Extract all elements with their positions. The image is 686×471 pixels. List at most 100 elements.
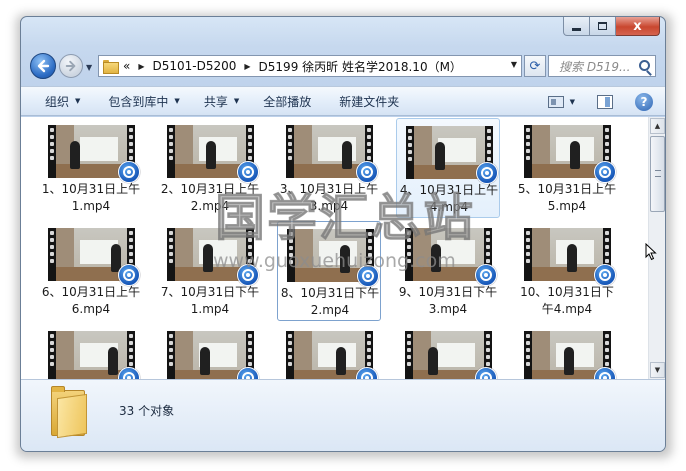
minimize-button[interactable] (563, 17, 590, 36)
file-item[interactable]: 4、10月31日上午4.mp4 (396, 118, 500, 218)
media-player-icon (237, 264, 259, 286)
file-item[interactable]: 8、10月31日下午2.mp4 (277, 221, 381, 321)
media-player-icon (476, 162, 498, 184)
film-strip (524, 331, 532, 379)
breadcrumb-overflow[interactable]: « (123, 59, 130, 73)
search-input[interactable]: 搜索 D519... (548, 55, 656, 77)
file-item[interactable] (39, 324, 143, 379)
frame-detail (431, 244, 441, 272)
organize-menu[interactable]: 组织 ▼ (35, 89, 90, 113)
file-name: 6、10月31日上午6.mp4 (41, 285, 141, 316)
reel-icon (123, 166, 135, 178)
maximize-button[interactable] (590, 17, 616, 36)
scroll-up-icon[interactable]: ▲ (650, 118, 665, 134)
close-button[interactable]: x (616, 17, 660, 36)
refresh-button[interactable]: ⟳ (524, 55, 546, 77)
file-item[interactable] (515, 324, 619, 379)
change-view-icon[interactable] (547, 96, 564, 108)
breadcrumb-separator-icon[interactable]: ▶ (244, 62, 250, 71)
file-item[interactable] (396, 324, 500, 379)
frame-detail (532, 331, 550, 371)
breadcrumb-separator-icon[interactable]: ▶ (138, 62, 144, 71)
film-strip (48, 331, 56, 379)
frame-detail (413, 228, 431, 268)
film-strip (524, 125, 532, 178)
frame-detail (570, 141, 580, 169)
chevron-down-icon[interactable]: ▼ (570, 98, 575, 106)
scrollbar-thumb[interactable] (650, 136, 665, 212)
film-strip (405, 331, 413, 379)
scroll-down-icon[interactable]: ▼ (650, 362, 665, 378)
frame-detail (567, 244, 577, 272)
file-item[interactable]: 9、10月31日下午3.mp4 (396, 221, 500, 321)
frame-detail (175, 331, 193, 371)
command-toolbar: 组织 ▼ 包含到库中 ▼ 共享 ▼ 全部播放 新建文件夹 ▼ ? (21, 86, 665, 116)
frame-detail (428, 347, 438, 375)
include-in-library-menu[interactable]: 包含到库中 ▼ (98, 89, 189, 113)
reel-icon (599, 269, 611, 281)
caption-buttons: x (563, 17, 660, 37)
preview-pane-icon[interactable] (597, 95, 613, 109)
file-item[interactable]: 2、10月31日上午2.mp4 (158, 118, 262, 218)
frame-detail (56, 228, 74, 268)
reel-icon (480, 269, 492, 281)
film-strip (167, 331, 175, 379)
forward-button[interactable] (59, 54, 83, 78)
file-item[interactable]: 5、10月31日上午5.mp4 (515, 118, 619, 218)
video-frame (532, 228, 603, 281)
media-player-icon (118, 264, 140, 286)
film-strip (48, 125, 56, 178)
reel-icon (123, 269, 135, 281)
breadcrumb-current[interactable]: D5199 徐丙昕 姓名学2018.10（M） (259, 58, 462, 75)
frame-detail (56, 331, 74, 371)
file-item[interactable] (277, 324, 381, 379)
folder-icon (103, 60, 119, 74)
breadcrumb-parent[interactable]: D5101-D5200 (153, 59, 237, 73)
back-button[interactable] (30, 53, 56, 79)
folder-icon (51, 386, 91, 439)
file-item[interactable] (158, 324, 262, 379)
new-folder-button[interactable]: 新建文件夹 (329, 89, 409, 113)
reel-icon (123, 372, 135, 379)
share-menu[interactable]: 共享 ▼ (194, 89, 249, 113)
film-strip (167, 228, 175, 281)
file-item[interactable]: 10、10月31日下午4.mp4 (515, 221, 619, 321)
media-player-icon (475, 264, 497, 286)
address-history-dropdown-icon[interactable]: ▼ (511, 60, 517, 69)
video-frame (56, 125, 127, 178)
reel-icon (481, 167, 493, 179)
new-folder-label: 新建文件夹 (339, 94, 400, 109)
video-frame (414, 126, 485, 179)
item-count: 33 个对象 (119, 404, 175, 418)
file-item[interactable]: 3、10月31日上午3.mp4 (277, 118, 381, 218)
video-frame (56, 228, 127, 281)
play-all-button[interactable]: 全部播放 (253, 89, 321, 113)
help-icon[interactable]: ? (635, 93, 653, 111)
frame-detail (175, 370, 246, 379)
file-list-view[interactable]: 1、10月31日上午1.mp4 2、10月31日上午2.mp4 3、10月31日上午… (21, 117, 648, 379)
file-item[interactable]: 7、10月31日下午1.mp4 (158, 221, 262, 321)
file-item[interactable]: 6、10月31日上午6.mp4 (39, 221, 143, 321)
file-name: 1、10月31日上午1.mp4 (41, 182, 141, 213)
chevron-down-icon: ▼ (174, 97, 180, 105)
grip-icon (655, 170, 661, 177)
frame-detail (319, 241, 357, 265)
reel-icon (361, 372, 373, 379)
address-bar[interactable]: « ▶ D5101-D5200 ▶ D5199 徐丙昕 姓名学2018.10（M… (98, 55, 522, 77)
frame-detail (437, 343, 475, 367)
file-name: 10、10月31日下午4.mp4 (520, 285, 614, 316)
video-frame (295, 229, 366, 282)
video-frame (294, 125, 365, 178)
film-strip (286, 331, 294, 379)
file-item[interactable]: 1、10月31日上午1.mp4 (39, 118, 143, 218)
refresh-icon: ⟳ (529, 58, 541, 74)
frame-detail (175, 125, 193, 165)
file-name: 5、10月31日上午5.mp4 (517, 182, 617, 213)
recent-pages-dropdown[interactable]: ▼ (86, 63, 92, 72)
media-player-icon (357, 265, 379, 287)
file-name: 2、10月31日上午2.mp4 (160, 182, 260, 213)
frame-detail (200, 347, 210, 375)
video-frame (175, 125, 246, 178)
folder-tab (51, 386, 65, 392)
media-player-icon (475, 367, 497, 379)
